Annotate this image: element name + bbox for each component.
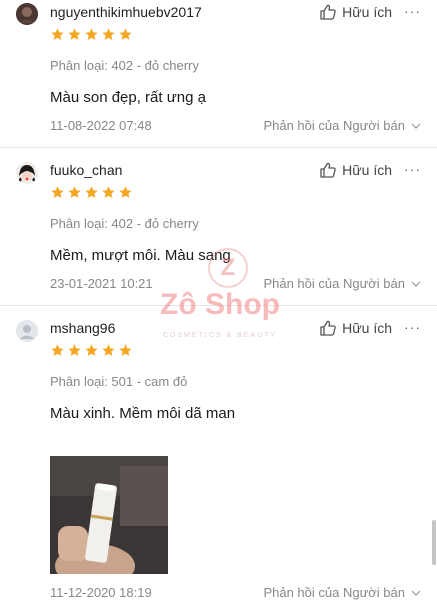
star-icon bbox=[84, 185, 99, 200]
scrollbar[interactable] bbox=[432, 520, 436, 565]
review-username[interactable]: fuuko_chan bbox=[50, 162, 122, 178]
star-icon bbox=[84, 343, 99, 358]
star-icon bbox=[101, 27, 116, 42]
helpful-label: Hữu ích bbox=[342, 320, 392, 336]
thumbs-up-icon bbox=[319, 3, 337, 21]
thumbs-up-icon bbox=[319, 161, 337, 179]
review-comment: Màu xinh. Mềm môi dã man bbox=[50, 405, 236, 422]
review-comment: Mềm, mượt môi. Màu sang bbox=[50, 247, 231, 264]
review-date: 11-12-2020 18:19 bbox=[50, 585, 152, 600]
star-icon bbox=[118, 343, 133, 358]
divider bbox=[0, 305, 437, 306]
star-icon bbox=[67, 343, 82, 358]
helpful-button[interactable]: Hữu ích bbox=[319, 3, 392, 21]
chevron-down-icon bbox=[411, 276, 421, 291]
review-username[interactable]: nguyenthikimhuebv2017 bbox=[50, 4, 202, 20]
avatar[interactable] bbox=[16, 320, 38, 342]
star-icon bbox=[67, 27, 82, 42]
star-icon bbox=[118, 27, 133, 42]
star-icon bbox=[50, 185, 65, 200]
review-variant: Phân loại: 402 - đỏ cherry bbox=[50, 58, 199, 73]
helpful-label: Hữu ích bbox=[342, 4, 392, 20]
more-options-button[interactable]: ··· bbox=[404, 161, 421, 177]
seller-reply-toggle[interactable]: Phản hồi của Người bán bbox=[263, 118, 421, 133]
review-photo[interactable] bbox=[50, 456, 168, 574]
seller-reply-label: Phản hồi của Người bán bbox=[263, 276, 405, 291]
star-icon bbox=[67, 185, 82, 200]
more-options-button[interactable]: ··· bbox=[404, 319, 421, 335]
star-icon bbox=[118, 185, 133, 200]
seller-reply-label: Phản hồi của Người bán bbox=[263, 118, 405, 133]
review-date: 11-08-2022 07:48 bbox=[50, 118, 152, 133]
review-comment: Màu son đẹp, rất ưng ạ bbox=[50, 89, 206, 106]
avatar[interactable] bbox=[16, 3, 38, 25]
helpful-label: Hữu ích bbox=[342, 162, 392, 178]
helpful-button[interactable]: Hữu ích bbox=[319, 161, 392, 179]
chevron-down-icon bbox=[411, 118, 421, 133]
rating-stars bbox=[50, 343, 133, 358]
watermark-tagline: COSMETICS & BEAUTY bbox=[162, 332, 278, 339]
star-icon bbox=[101, 343, 116, 358]
review-date: 23-01-2021 10:21 bbox=[50, 276, 153, 291]
seller-reply-toggle[interactable]: Phản hồi của Người bán bbox=[263, 276, 421, 291]
rating-stars bbox=[50, 185, 133, 200]
rating-stars bbox=[50, 27, 133, 42]
review-variant: Phân loại: 501 - cam đỏ bbox=[50, 374, 188, 389]
divider bbox=[0, 147, 437, 148]
star-icon bbox=[84, 27, 99, 42]
more-options-button[interactable]: ··· bbox=[404, 3, 421, 19]
avatar[interactable] bbox=[16, 162, 38, 184]
thumbs-up-icon bbox=[319, 319, 337, 337]
star-icon bbox=[50, 343, 65, 358]
helpful-button[interactable]: Hữu ích bbox=[319, 319, 392, 337]
review-variant: Phân loại: 402 - đỏ cherry bbox=[50, 216, 199, 231]
star-icon bbox=[101, 185, 116, 200]
chevron-down-icon bbox=[411, 585, 421, 600]
seller-reply-label: Phản hồi của Người bán bbox=[263, 585, 405, 600]
star-icon bbox=[50, 27, 65, 42]
review-username[interactable]: mshang96 bbox=[50, 320, 115, 336]
seller-reply-toggle[interactable]: Phản hồi của Người bán bbox=[263, 585, 421, 600]
